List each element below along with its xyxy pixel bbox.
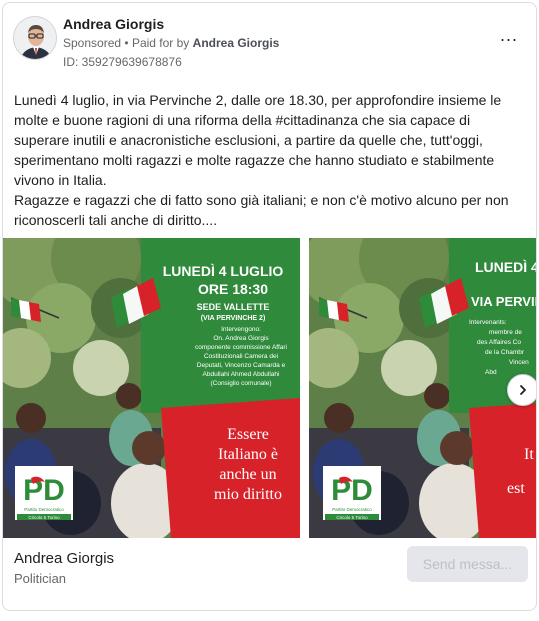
speaker-line: Costituzionali Camera dei (204, 353, 278, 360)
paid-for-name: Andrea Giorgis (192, 36, 280, 50)
pd-logo-circle: Circolo 5 Torino (336, 515, 368, 520)
pd-logo-party: Partito Democratico (24, 507, 64, 512)
speaker-line: Abdullahi Ahmed Abdullahi (203, 371, 280, 378)
pd-logo-letters: PD (23, 474, 65, 507)
chevron-right-icon (520, 385, 526, 395)
speaker-line: Intervengono: (221, 326, 261, 333)
more-options-button[interactable]: ... (500, 26, 518, 44)
speaker-line: Intervenants: (469, 319, 507, 326)
carousel-slide-2[interactable]: LUNEDÌ 4 VIA PERVIN Intervenants: membre… (309, 238, 537, 538)
slogan-line: anche un (219, 466, 276, 483)
paid-for-prefix: Paid for by (131, 36, 190, 50)
speaker-line: Vincen (509, 359, 529, 366)
pd-logo-party: Partito Democratico (332, 507, 372, 512)
footer-page-category: Politician (14, 571, 67, 586)
ad-body-text: Lunedì 4 luglio, in via Pervinche 2, dal… (14, 92, 509, 228)
carousel-next-button[interactable] (507, 374, 536, 406)
sponsored-label: Sponsored (63, 36, 122, 50)
send-message-button[interactable]: Send messa... (407, 546, 528, 582)
poster-venue: VIA PERVIN (471, 294, 537, 309)
ad-id: ID: 359279639678876 (63, 55, 182, 69)
separator-dot: • (124, 36, 129, 50)
poster-time: ORE 18:30 (198, 281, 268, 297)
speaker-line: membre de (489, 329, 522, 336)
pd-logo-circle: Circolo 5 Torino (28, 515, 60, 520)
pd-logo: PD Partito Democratico Circolo 5 Torino (323, 466, 381, 520)
poster-venue-detail: (VIA PERVINCHE 2) (201, 315, 266, 322)
speaker-line: de la Chambr (485, 349, 525, 356)
carousel-slide-1[interactable]: LUNEDÌ 4 LUGLIO ORE 18:30 SEDE VALLETTE … (3, 238, 300, 538)
slogan-line: est (507, 480, 525, 497)
poster-date: LUNEDÌ 4 LUGLIO (163, 263, 284, 279)
slogan-line: It (524, 446, 534, 463)
footer-page-name[interactable]: Andrea Giorgis (14, 550, 114, 567)
speaker-line: Abd (485, 369, 497, 376)
ad-card: Andrea Giorgis Sponsored • Paid for by A… (2, 2, 537, 611)
speaker-line: Deputati, Vincenzo Camarda e (197, 362, 286, 369)
speaker-line: On. Andrea Giorgis (213, 335, 269, 342)
speaker-line: componente commissione Affari (195, 344, 287, 351)
speaker-line: des Affaires Co (477, 339, 521, 346)
sponsored-line: Sponsored • Paid for by Andrea Giorgis (63, 36, 279, 50)
pd-logo: PD Partito Democratico Circolo 5 Torino (15, 466, 73, 520)
poster-date: LUNEDÌ 4 (475, 259, 537, 275)
slogan-line: Italiano è (218, 446, 278, 463)
advertiser-avatar[interactable] (13, 16, 57, 60)
poster-venue: SEDE VALLETTE (197, 302, 270, 312)
advertiser-name[interactable]: Andrea Giorgis (63, 16, 164, 32)
pd-logo-letters: PD (331, 474, 373, 507)
speaker-line: (Consiglio comunale) (210, 380, 271, 387)
slogan-line: Essere (227, 426, 269, 443)
slogan-line: mio diritto (214, 486, 282, 503)
image-carousel: LUNEDÌ 4 LUGLIO ORE 18:30 SEDE VALLETTE … (3, 238, 537, 538)
